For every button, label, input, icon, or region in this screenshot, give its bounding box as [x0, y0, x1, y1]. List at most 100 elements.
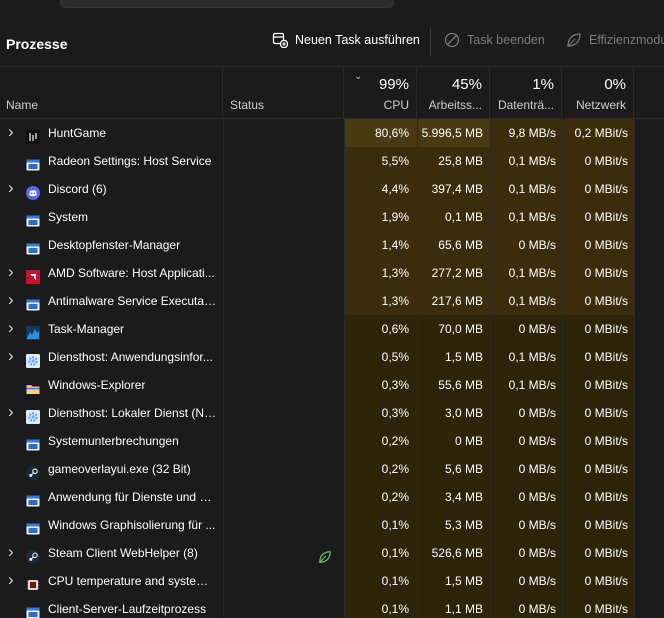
column-divider [490, 483, 491, 511]
table-row[interactable]: Windows Graphisolierung für ... 0,1% 5,3 M… [0, 511, 664, 539]
expand-chevron-icon[interactable]: › [8, 399, 14, 425]
end-task-button[interactable]: Task beenden [444, 32, 545, 48]
disk-cell: 0 MB/s [490, 427, 562, 455]
table-row[interactable]: System 1,9% 0,1 MB 0,1 MB/s 0 MBit/s [0, 203, 664, 231]
search-box[interactable] [60, 0, 394, 8]
column-divider [223, 231, 224, 259]
column-divider [344, 175, 345, 203]
network-cell: 0 MBit/s [562, 427, 634, 455]
table-row[interactable]: Systemunterbrechungen 0,2% 0 MB 0 MB/s 0 MBi… [0, 427, 664, 455]
expand-chevron-icon[interactable]: › [8, 259, 14, 285]
expand-chevron-icon[interactable]: › [8, 343, 14, 369]
toolbar: Prozesse Neuen Task ausführen Task beend… [0, 18, 664, 66]
process-name-cell: Windows Graphisolierung für ... [0, 511, 223, 539]
column-divider [490, 147, 491, 175]
expand-chevron-icon[interactable]: › [8, 287, 14, 313]
disk-cell: 0,1 MB/s [490, 343, 562, 371]
page-title: Prozesse [6, 36, 68, 52]
process-name: Radeon Settings: Host Service [48, 154, 212, 168]
network-cell: 0 MBit/s [562, 287, 634, 315]
process-name-cell: › Steam Client WebHelper (8) [0, 539, 223, 567]
network-cell: 0 MBit/s [562, 483, 634, 511]
new-task-button[interactable]: Neuen Task ausführen [272, 32, 420, 48]
table-row[interactable]: gameoverlayui.exe (32 Bit) 0,2% 5,6 MB 0 MB… [0, 455, 664, 483]
memory-cell: 5.996,5 MB [417, 119, 490, 147]
table-row[interactable]: › Diensthost: Anwendungsinfor... 0,5% 1,5 M… [0, 343, 664, 371]
process-name-cell: Desktopfenster-Manager [0, 231, 223, 259]
memory-cell: 5,3 MB [417, 511, 490, 539]
table-header: Name Status ⌄ 99% CPU 45% Arbeitss... 1%… [0, 66, 664, 119]
column-divider [417, 427, 418, 455]
column-divider [417, 343, 418, 371]
memory-cell: 277,2 MB [417, 259, 490, 287]
network-cell: 0 MBit/s [562, 175, 634, 203]
column-divider [634, 539, 635, 567]
column-divider [344, 371, 345, 399]
table-row[interactable]: › AMD Software: Host Applicati... 1,3% 277,… [0, 259, 664, 287]
network-cell: 0 MBit/s [562, 539, 634, 567]
table-row[interactable]: Anwendung für Dienste und C... 0,2% 3,4 MB… [0, 483, 664, 511]
table-row[interactable]: › Diensthost: Lokaler Dienst (Ne... 0,3% 3,… [0, 399, 664, 427]
column-divider [562, 595, 563, 618]
table-row[interactable]: › Antimalware Service Executable 1,3% 217,6… [0, 287, 664, 315]
new-task-icon [272, 32, 288, 48]
column-divider [417, 287, 418, 315]
column-divider [417, 483, 418, 511]
table-row[interactable]: › CPU temperature and system i... 0,1% 1,5 … [0, 567, 664, 595]
process-status-cell [223, 483, 344, 511]
column-header-name[interactable]: Name [0, 67, 223, 118]
disk-cell: 0 MB/s [490, 567, 562, 595]
expand-chevron-icon[interactable]: › [8, 539, 14, 565]
task-manager-icon [26, 322, 40, 340]
process-name: CPU temperature and system i... [48, 574, 218, 588]
table-row[interactable]: › Steam Client WebHelper (8) 0,1% 526,6 MB 0… [0, 539, 664, 567]
process-status-cell [223, 399, 344, 427]
column-header-status[interactable]: Status [223, 67, 344, 118]
disk-cell: 0,1 MB/s [490, 371, 562, 399]
column-divider [223, 315, 224, 343]
table-row[interactable]: Radeon Settings: Host Service 5,5% 25,8 MB… [0, 147, 664, 175]
column-divider [490, 315, 491, 343]
table-row[interactable]: Desktopfenster-Manager 1,4% 65,6 MB 0 MB/s 0… [0, 231, 664, 259]
process-name: Systemunterbrechungen [48, 434, 179, 448]
network-total: 0% [604, 76, 626, 93]
memory-cell: 217,6 MB [417, 287, 490, 315]
expand-chevron-icon[interactable]: › [8, 315, 14, 341]
network-cell: 0 MBit/s [562, 231, 634, 259]
process-status-cell [223, 511, 344, 539]
process-name: Antimalware Service Executable [48, 294, 218, 308]
expand-chevron-icon[interactable]: › [8, 175, 14, 201]
column-divider [634, 483, 635, 511]
network-cell: 0 MBit/s [562, 511, 634, 539]
column-divider [417, 455, 418, 483]
efficiency-mode-button[interactable]: Effizienzmodus [566, 32, 664, 48]
memory-cell: 1,5 MB [417, 567, 490, 595]
expand-chevron-icon[interactable]: › [8, 567, 14, 593]
sort-chevron-icon: ⌄ [354, 71, 363, 82]
column-header-cpu[interactable]: ⌄ 99% CPU [344, 67, 417, 118]
column-divider [634, 595, 635, 618]
column-divider [634, 343, 635, 371]
column-header-memory[interactable]: 45% Arbeitss... [417, 67, 490, 118]
table-row[interactable]: Client-Server-Laufzeitprozess 0,1% 1,1 MB 0… [0, 595, 664, 618]
process-name: Diensthost: Lokaler Dienst (Ne... [48, 406, 218, 420]
column-header-disk[interactable]: 1% Datenträ... [490, 67, 562, 118]
network-cell: 0 MBit/s [562, 259, 634, 287]
disk-cell: 9,8 MB/s [490, 119, 562, 147]
table-row[interactable]: › HuntGame 80,6% 5.996,5 MB 9,8 MB/s 0,2 MBit… [0, 119, 664, 147]
table-row[interactable]: Windows-Explorer 0,3% 55,6 MB 0,1 MB/s 0 MBi… [0, 371, 664, 399]
steam-icon [26, 462, 40, 480]
process-status-cell [223, 539, 344, 567]
disk-cell: 0 MB/s [490, 511, 562, 539]
cpu-cell: 0,2% [344, 483, 417, 511]
table-row[interactable]: › Discord (6) 4,4% 397,4 MB 0,1 MB/s 0 MBit/s [0, 175, 664, 203]
column-divider [417, 147, 418, 175]
table-row[interactable]: › Task-Manager 0,6% 70,0 MB 0 MB/s 0 MBit/s [0, 315, 664, 343]
column-cpu-label: CPU [383, 98, 409, 112]
column-divider [562, 539, 563, 567]
expand-chevron-icon[interactable]: › [8, 119, 14, 145]
column-divider [634, 455, 635, 483]
process-name: Task-Manager [48, 322, 125, 336]
process-status-cell [223, 455, 344, 483]
column-header-network[interactable]: 0% Netzwerk [562, 67, 634, 118]
